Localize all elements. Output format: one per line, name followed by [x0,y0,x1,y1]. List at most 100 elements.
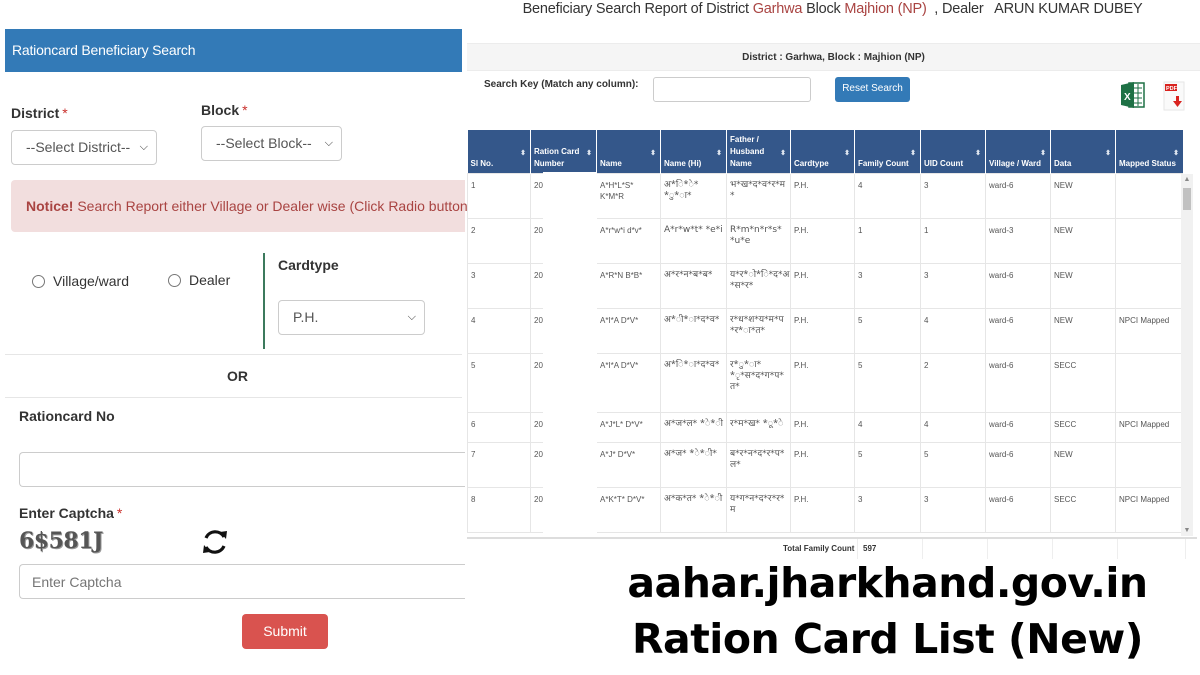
cell-family: 5 [854,307,921,354]
block-label: Block * [201,102,248,118]
radio-circle-icon[interactable] [168,273,181,287]
scroll-thumb[interactable] [1183,188,1191,210]
rationcard-input[interactable] [19,452,465,487]
sort-icon[interactable]: ⬍ [1105,148,1111,160]
column-header-label: UID Count [924,158,964,168]
ration-card-prefix: 20 [534,270,543,280]
cell-family: 4 [854,172,921,219]
column-header[interactable]: UID Count ⬍ [920,130,986,173]
divider [5,397,462,398]
pdf-download-icon[interactable]: PDF [1161,80,1187,112]
total-family-count-value: 597 [863,544,877,553]
rationcard-label: Rationcard No [19,408,115,424]
column-header-label: Family Count [858,158,909,168]
column-header[interactable]: Family Count ⬍ [854,130,921,173]
district-label: District * [11,105,68,121]
title-block: Majhion (NP) [844,1,927,17]
cell-sl: 1 [467,172,531,219]
block-label-text: Block [201,102,240,118]
cell-father: र*ु*ा* *ृ*स*द*ग*प* त* [726,352,791,413]
column-header[interactable]: Cardtype ⬍ [790,130,855,173]
cardtype-select-value: P.H. [293,309,319,325]
cell-mapped [1115,217,1184,264]
sort-icon[interactable]: ⬍ [716,148,722,160]
search-key-input[interactable] [653,77,811,102]
column-header-label: Village / Ward [989,158,1042,168]
cell-cardtype: P.H. [790,352,855,413]
notice-text: Search Report either Village or Dealer w… [73,198,477,214]
ration-card-prefix: 20 [534,449,543,459]
excel-icon[interactable]: X [1120,79,1146,111]
ration-card-prefix: 20 [534,180,543,190]
beneficiary-search-form: Rationcard Beneficiary Search District * … [0,0,476,675]
cardtype-select[interactable]: P.H. ⌵ [278,300,425,335]
report-title: Beneficiary Search Report of District Ga… [465,1,1200,17]
table-header-row: Sl No. ⬍ Ration Card Number ⬍ Name ⬍ Name (Hi)… [467,130,1184,173]
cell-ward: ward-6 [985,441,1051,488]
search-key-label: Search Key (Match any column): [484,79,639,90]
reset-search-button[interactable]: Reset Search [835,77,910,102]
cell-mapped [1115,262,1184,309]
district-select[interactable]: --Select District-- ⌵ [11,130,157,165]
cell-sl: 7 [467,441,531,488]
column-header[interactable]: Name (Hi) ⬍ [660,130,727,173]
refresh-captcha-icon[interactable] [200,526,230,558]
cell-family: 5 [854,352,921,413]
chevron-down-icon: ⌵ [324,137,333,149]
column-header-label: Ration Card Number [534,146,580,168]
sort-icon[interactable]: ⬍ [520,148,526,160]
captcha-input[interactable] [19,564,465,599]
cell-family: 4 [854,411,921,443]
column-header[interactable]: Sl No. ⬍ [467,130,531,173]
column-header-label: Sl No. [470,158,494,168]
radio-circle-icon[interactable] [32,274,45,288]
panel-header: Rationcard Beneficiary Search [5,29,462,72]
cell-uid: 1 [920,217,986,264]
radio-village-ward[interactable]: Village/ward [32,273,129,289]
column-header[interactable]: Data ⬍ [1050,130,1116,173]
cell-name-hi: अ*ि*े* *ु*ा* [660,172,727,219]
divider-vertical [263,253,265,349]
scroll-down-icon[interactable]: ▼ [1181,527,1193,534]
cell-uid: 4 [920,411,986,443]
cell-sl: 4 [467,307,531,354]
column-header-label: Name (Hi) [664,158,702,168]
cell-cardtype: P.H. [790,307,855,354]
cell-name-hi: अ*ज* *े*ी* [660,441,727,488]
cell-name: A*r*w*i d*v* [596,217,661,264]
cell-cardtype: P.H. [790,411,855,443]
sort-icon[interactable]: ⬍ [780,148,786,160]
cell-uid: 2 [920,352,986,413]
column-header[interactable]: Village / Ward ⬍ [985,130,1051,173]
column-header[interactable]: Ration Card Number ⬍ [530,130,597,173]
district-select-value: --Select District-- [26,139,131,155]
sort-icon[interactable]: ⬍ [650,148,656,160]
required-mark: * [242,102,248,118]
submit-button[interactable]: Submit [242,614,328,649]
cell-data: NEW [1050,217,1116,264]
column-header[interactable]: Father / Husband Name ⬍ [726,130,791,173]
column-header[interactable]: Name ⬍ [596,130,661,173]
radio-dealer-label: Dealer [189,272,231,288]
cell-data: NEW [1050,262,1116,309]
cell-father: R*m*n*r*s* *u*e [726,217,791,264]
cell-father: ब*र*न*द*र*प* ल* [726,441,791,488]
cell-name: A*K*T* D*V* [596,486,661,533]
column-header[interactable]: Mapped Status ⬍ [1115,130,1184,173]
sort-icon[interactable]: ⬍ [844,148,850,160]
cell-ward: ward-6 [985,172,1051,219]
chevron-down-icon: ⌵ [407,311,416,323]
table-scrollbar[interactable]: ▲ ▼ [1181,174,1193,536]
cell-uid: 3 [920,172,986,219]
sort-icon[interactable]: ⬍ [1173,148,1179,160]
scroll-up-icon[interactable]: ▲ [1181,176,1193,183]
caption-line-1: aahar.jharkhand.gov.in [627,559,1148,607]
cell-father: य*ग*न*द*र*र* म [726,486,791,533]
radio-dealer[interactable]: Dealer [168,272,230,288]
block-select[interactable]: --Select Block-- ⌵ [201,126,342,161]
sort-icon[interactable]: ⬍ [1040,148,1046,160]
sort-icon[interactable]: ⬍ [586,148,592,160]
sort-icon[interactable]: ⬍ [910,148,916,160]
sort-icon[interactable]: ⬍ [975,148,981,160]
cell-name: A*R*N B*B* [596,262,661,309]
